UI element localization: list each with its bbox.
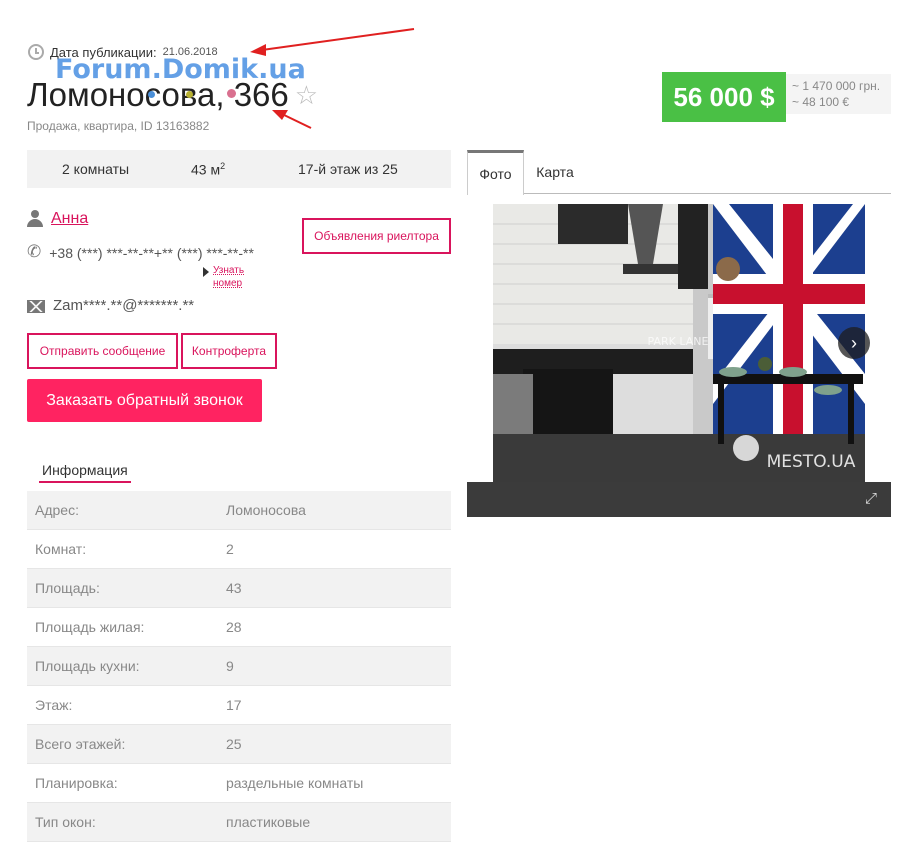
spec-floor: 17-й этаж из 25 (298, 161, 398, 177)
info-key: Площадь: (35, 580, 100, 596)
photo-controls-bar: ⤢ (467, 482, 891, 517)
info-value: пластиковые (226, 814, 311, 830)
table-row: Планировка: раздельные комнаты (27, 764, 451, 803)
info-value: 9 (226, 658, 234, 674)
table-row: Комнат: 2 (27, 530, 451, 569)
info-value: 43 (226, 580, 242, 596)
photo-watermark-center: PARK LANE (648, 335, 709, 348)
info-value: 25 (226, 736, 242, 752)
contact-phone-row: ✆ +38 (***) ***-**-**+** (***) ***-**-** (27, 243, 289, 263)
table-row: Тип окон: пластиковые (27, 803, 451, 842)
person-icon (27, 210, 43, 228)
favorite-star-icon[interactable]: ☆ (295, 80, 318, 111)
spec-area: 43 м2 (191, 161, 225, 178)
price-conversion: ~ 1 470 000 грн. ~ 48 100 € (786, 74, 891, 114)
info-key: Этаж: (35, 697, 73, 713)
specs-bar: 2 комнаты 43 м2 17-й этаж из 25 (27, 150, 451, 188)
info-key: Планировка: (35, 775, 118, 791)
next-photo-button[interactable]: › (838, 327, 870, 359)
info-key: Площадь кухни: (35, 658, 140, 674)
tab-information[interactable]: Информация (39, 462, 131, 483)
spec-rooms: 2 комнаты (62, 161, 130, 177)
contact-email-row: Zam****.**@*******.** (27, 297, 194, 314)
table-row: Адрес: Ломоносова (27, 491, 451, 530)
info-key: Всего этажей: (35, 736, 126, 752)
info-key: Тип окон: (35, 814, 96, 830)
phone-masked: +38 (***) ***-**-**+** (***) ***-**-** (49, 245, 254, 261)
send-message-button[interactable]: Отправить сообщение (27, 333, 178, 369)
listing-title: Ломоносова, 366 ☆ (27, 76, 318, 114)
tab-map[interactable]: Карта (535, 150, 575, 194)
info-key: Адрес: (35, 502, 79, 518)
spec-area-sup: 2 (220, 160, 226, 171)
info-value: раздельные комнаты (226, 775, 364, 791)
listing-photo[interactable]: PARK LANE MESTO.UA (493, 204, 865, 482)
price-main: 56 000 $ (662, 72, 786, 122)
table-row: Площадь кухни: 9 (27, 647, 451, 686)
decor-dot-blue (148, 91, 155, 98)
info-table: Адрес: Ломоносова Комнат: 2 Площадь: 43 Площад… (27, 491, 451, 842)
realtor-ads-button[interactable]: Объявления риелтора (302, 218, 451, 254)
table-row: Всего этажей: 25 (27, 725, 451, 764)
listing-subtitle: Продажа, квартира, ID 13163882 (27, 119, 210, 133)
table-row: Площадь: 43 (27, 569, 451, 608)
know-number-link[interactable]: Узнать номер (203, 264, 249, 290)
counteroffer-button[interactable]: Контроферта (181, 333, 277, 369)
price-eur: ~ 48 100 € (792, 95, 850, 109)
table-row: Площадь жилая: 28 (27, 608, 451, 647)
spec-area-text: 43 м (191, 161, 221, 178)
media-tabs: Фото Карта (467, 150, 891, 195)
info-key: Площадь жилая: (35, 619, 145, 635)
decor-dot-pink (227, 89, 236, 98)
info-value: Ломоносова (226, 502, 306, 518)
fullscreen-icon[interactable]: ⤢ (865, 491, 881, 507)
agent-name-link[interactable]: Анна (51, 210, 88, 228)
mail-icon (27, 300, 45, 313)
contact-name-row: Анна (27, 210, 88, 228)
info-value: 28 (226, 619, 242, 635)
tab-photo[interactable]: Фото (467, 150, 524, 195)
photo-watermark-brand: MESTO.UA (767, 452, 856, 472)
info-value: 2 (226, 541, 234, 557)
decor-dot-olive (186, 91, 193, 98)
info-key: Комнат: (35, 541, 87, 557)
email-masked: Zam****.**@*******.** (53, 297, 195, 314)
listing-title-text: Ломоносова, 366 (27, 76, 289, 113)
know-number-label[interactable]: Узнать номер (213, 264, 249, 290)
chevron-right-icon: › (851, 332, 857, 353)
price-uah: ~ 1 470 000 грн. (792, 79, 881, 93)
info-value: 17 (226, 697, 242, 713)
callback-button[interactable]: Заказать обратный звонок (27, 379, 262, 422)
phone-icon: ✆ (27, 242, 42, 261)
kitchen-photo-illustration: PARK LANE MESTO.UA (493, 204, 865, 482)
table-row: Этаж: 17 (27, 686, 451, 725)
play-triangle-icon (203, 267, 209, 277)
